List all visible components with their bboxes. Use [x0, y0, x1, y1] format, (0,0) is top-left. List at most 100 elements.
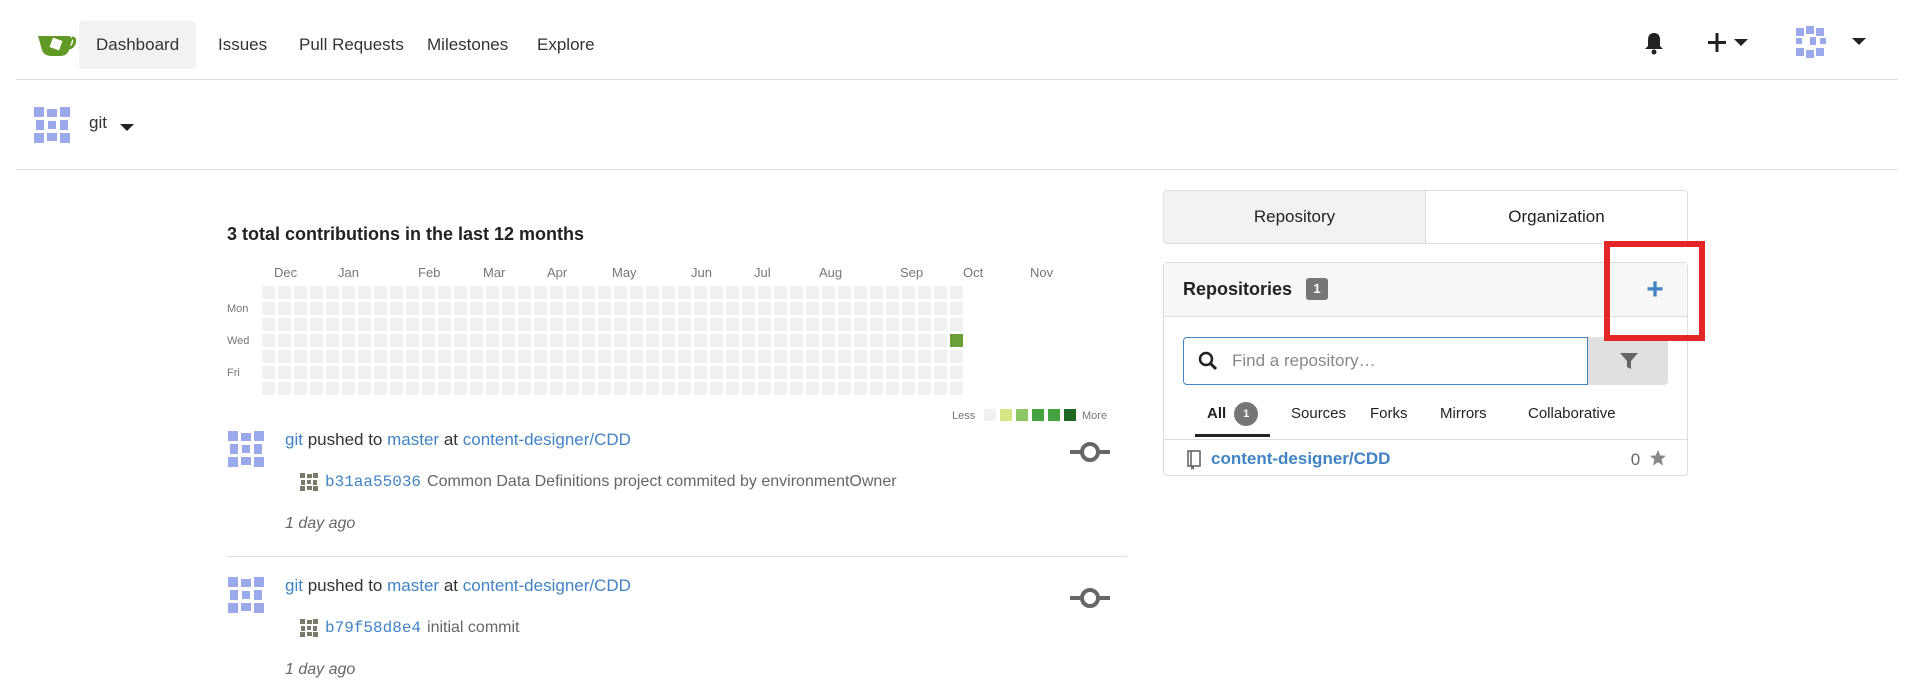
heatmap-day-cell[interactable] — [566, 334, 579, 347]
heatmap-day-cell[interactable] — [550, 286, 563, 299]
heatmap-day-cell[interactable] — [694, 318, 707, 331]
heatmap-day-cell[interactable] — [790, 334, 803, 347]
heatmap-day-cell[interactable] — [534, 286, 547, 299]
heatmap-day-cell[interactable] — [838, 350, 851, 363]
heatmap-day-cell[interactable] — [310, 366, 323, 379]
heatmap-day-cell[interactable] — [502, 334, 515, 347]
heatmap-day-cell[interactable] — [454, 382, 467, 395]
heatmap-day-cell[interactable] — [902, 366, 915, 379]
gitea-logo-icon[interactable] — [36, 28, 76, 60]
heatmap-day-cell[interactable] — [822, 334, 835, 347]
heatmap-day-cell[interactable] — [550, 382, 563, 395]
heatmap-day-cell[interactable] — [854, 302, 867, 315]
heatmap-day-cell[interactable] — [822, 286, 835, 299]
heatmap-day-cell[interactable] — [374, 318, 387, 331]
filter-button[interactable] — [1588, 337, 1668, 385]
heatmap-day-cell[interactable] — [438, 318, 451, 331]
heatmap-day-cell[interactable] — [358, 286, 371, 299]
heatmap-day-cell[interactable] — [566, 382, 579, 395]
heatmap-day-cell[interactable] — [534, 366, 547, 379]
heatmap-day-cell[interactable] — [678, 334, 691, 347]
heatmap-day-cell[interactable] — [694, 302, 707, 315]
heatmap-day-cell[interactable] — [854, 350, 867, 363]
heatmap-day-cell[interactable] — [854, 366, 867, 379]
heatmap-day-cell[interactable] — [422, 286, 435, 299]
heatmap-day-cell[interactable] — [646, 286, 659, 299]
heatmap-day-cell[interactable] — [822, 302, 835, 315]
heatmap-day-cell[interactable] — [806, 302, 819, 315]
heatmap-day-cell[interactable] — [774, 318, 787, 331]
chevron-down-icon[interactable] — [120, 122, 134, 132]
heatmap-day-cell[interactable] — [326, 302, 339, 315]
heatmap-day-cell[interactable] — [326, 366, 339, 379]
heatmap-day-cell[interactable] — [438, 382, 451, 395]
heatmap-day-cell[interactable] — [390, 302, 403, 315]
heatmap-day-cell[interactable] — [598, 334, 611, 347]
heatmap-day-cell[interactable] — [358, 350, 371, 363]
heatmap-day-cell[interactable] — [774, 350, 787, 363]
feed-repo-link[interactable]: content-designer/CDD — [463, 576, 631, 595]
heatmap-day-cell[interactable] — [934, 302, 947, 315]
heatmap-day-cell[interactable] — [854, 334, 867, 347]
heatmap-day-cell[interactable] — [646, 334, 659, 347]
heatmap-day-cell[interactable] — [342, 286, 355, 299]
heatmap-day-cell[interactable] — [918, 302, 931, 315]
heatmap-day-cell[interactable] — [726, 302, 739, 315]
heatmap-day-cell[interactable] — [662, 318, 675, 331]
heatmap-day-cell[interactable] — [870, 318, 883, 331]
heatmap-day-cell[interactable] — [822, 366, 835, 379]
heatmap-day-cell[interactable] — [758, 286, 771, 299]
heatmap-day-cell[interactable] — [534, 382, 547, 395]
heatmap-day-cell[interactable] — [822, 318, 835, 331]
heatmap-day-cell[interactable] — [790, 366, 803, 379]
heatmap-day-cell[interactable] — [790, 350, 803, 363]
heatmap-day-cell[interactable] — [502, 366, 515, 379]
heatmap-day-cell[interactable] — [598, 382, 611, 395]
heatmap-day-cell[interactable] — [342, 302, 355, 315]
heatmap-day-cell[interactable] — [390, 334, 403, 347]
heatmap-day-cell[interactable] — [454, 318, 467, 331]
heatmap-day-cell[interactable] — [790, 286, 803, 299]
heatmap-day-cell[interactable] — [758, 382, 771, 395]
heatmap-day-cell[interactable] — [278, 302, 291, 315]
heatmap-day-cell[interactable] — [582, 350, 595, 363]
heatmap-day-cell[interactable] — [502, 286, 515, 299]
heatmap-day-cell[interactable] — [742, 350, 755, 363]
heatmap-day-cell[interactable] — [742, 366, 755, 379]
heatmap-day-cell[interactable] — [630, 334, 643, 347]
heatmap-day-cell[interactable] — [726, 350, 739, 363]
heatmap-day-cell[interactable] — [374, 350, 387, 363]
heatmap-day-cell[interactable] — [950, 302, 963, 315]
heatmap-day-cell[interactable] — [678, 318, 691, 331]
heatmap-day-cell[interactable] — [630, 350, 643, 363]
notification-bell-icon[interactable] — [1643, 31, 1665, 55]
heatmap-day-cell[interactable] — [358, 302, 371, 315]
heatmap-day-cell[interactable] — [726, 286, 739, 299]
heatmap-day-cell[interactable] — [838, 366, 851, 379]
heatmap-day-cell[interactable] — [950, 350, 963, 363]
heatmap-day-cell[interactable] — [614, 286, 627, 299]
heatmap-day-cell[interactable] — [918, 366, 931, 379]
heatmap-day-cell[interactable] — [342, 318, 355, 331]
heatmap-day-cell[interactable] — [358, 382, 371, 395]
heatmap-day-cell[interactable] — [518, 350, 531, 363]
heatmap-day-cell[interactable] — [806, 286, 819, 299]
heatmap-day-cell[interactable] — [614, 350, 627, 363]
heatmap-day-cell[interactable] — [646, 302, 659, 315]
heatmap-day-cell[interactable] — [326, 382, 339, 395]
heatmap-day-cell[interactable] — [438, 334, 451, 347]
filter-tab-sources[interactable]: Sources — [1279, 391, 1358, 437]
heatmap-day-cell[interactable] — [294, 382, 307, 395]
heatmap-day-cell[interactable] — [326, 350, 339, 363]
heatmap-day-cell[interactable] — [774, 334, 787, 347]
heatmap-day-cell[interactable] — [550, 302, 563, 315]
heatmap-day-cell[interactable] — [278, 286, 291, 299]
feed-branch-link[interactable]: master — [387, 430, 439, 449]
heatmap-day-cell[interactable] — [390, 382, 403, 395]
heatmap-day-cell[interactable] — [726, 382, 739, 395]
heatmap-day-cell[interactable] — [838, 318, 851, 331]
heatmap-day-cell[interactable] — [646, 366, 659, 379]
heatmap-day-cell[interactable] — [694, 286, 707, 299]
filter-tab-collaborative[interactable]: Collaborative — [1516, 391, 1628, 437]
heatmap-day-cell[interactable] — [550, 334, 563, 347]
